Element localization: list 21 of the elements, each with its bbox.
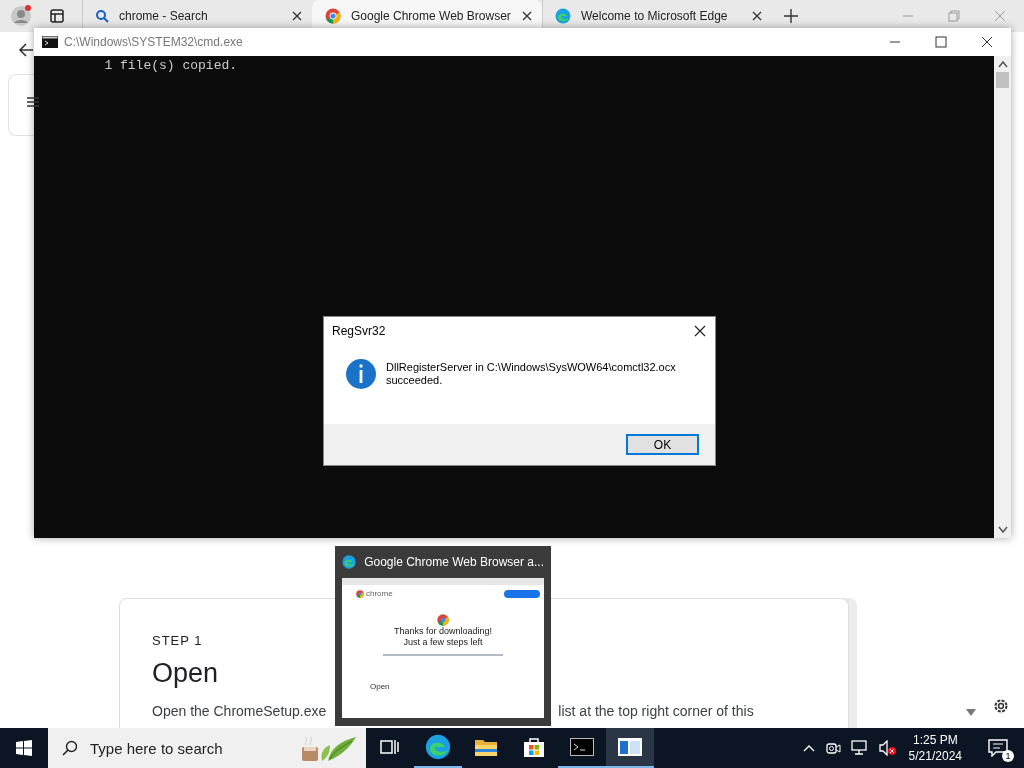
logo-text: chrome bbox=[366, 589, 393, 598]
step-label: STEP 1 bbox=[152, 633, 203, 648]
search-field[interactable]: Type here to search bbox=[88, 738, 290, 758]
thumbnail-step: Open bbox=[370, 682, 390, 691]
ok-button[interactable]: OK bbox=[626, 434, 699, 455]
thumbnail-headline: Just a few steps left bbox=[403, 637, 483, 648]
console-output: 1 file(s) copied. bbox=[103, 58, 239, 73]
step-text: list at the top right corner of this bbox=[558, 703, 754, 719]
time-text: 1:25 PM bbox=[912, 732, 958, 748]
preview-title: Google Chrome Web Browser a... bbox=[364, 555, 544, 569]
step-heading: Open bbox=[152, 658, 219, 689]
window-title: C:\Windows\SYSTEM32\cmd.exe bbox=[64, 35, 243, 49]
dialog-title: RegSvr32 bbox=[332, 324, 386, 338]
dialog-message: DllRegisterServer in C:\Windows\SysWOW64\comctl32.ocx succeeded. bbox=[386, 361, 676, 387]
clock[interactable]: 1:25 PM 5/21/2024 bbox=[908, 732, 962, 764]
search-bar[interactable]: Type here to search bbox=[48, 728, 366, 768]
date-text: 5/21/2024 bbox=[908, 748, 962, 764]
thumbnail-headline: Thanks for downloading! bbox=[393, 626, 493, 637]
window-preview[interactable]: Google Chrome Web Browser a... chrome Thanks for downloading! Just a few steps left Open bbox=[335, 546, 551, 726]
notification-count: 1 bbox=[1002, 750, 1014, 762]
step-text: Open the ChromeSetup.exe bbox=[152, 703, 327, 719]
